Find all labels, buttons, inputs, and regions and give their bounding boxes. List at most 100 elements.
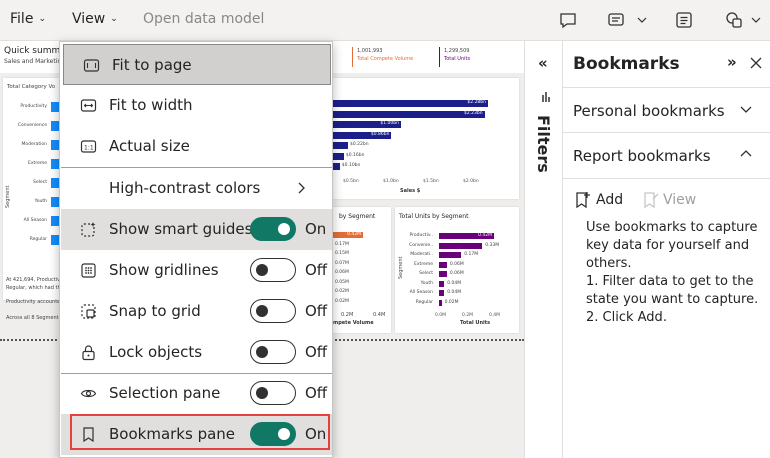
- data-label: 0.42M: [347, 232, 361, 237]
- data-label: 0.05M: [335, 279, 349, 285]
- data-label: 0.15M: [335, 251, 349, 256]
- snap-to-grid-toggle[interactable]: [250, 299, 296, 323]
- axis-label: Segment: [398, 256, 404, 280]
- category-label: Youth: [420, 280, 433, 286]
- units-chart[interactable]: Total Units by Segment Segment Productiv…: [395, 207, 519, 333]
- gridlines-item[interactable]: Show gridlines Off: [61, 250, 332, 291]
- menu-item-label: Show smart guides: [109, 220, 253, 238]
- selection-pane-item[interactable]: Selection pane Off: [61, 373, 332, 414]
- bar: [439, 261, 447, 268]
- bookmarks-pane: Bookmarks » Personal bookmarks Report bo…: [563, 41, 770, 458]
- personal-bookmarks-section[interactable]: Personal bookmarks: [563, 87, 770, 133]
- fit-to-width-item[interactable]: Fit to width: [61, 85, 332, 126]
- axis-label: Sales $: [400, 188, 421, 194]
- bar: [439, 271, 447, 277]
- bar: $2.23bn: [333, 110, 485, 118]
- narrative-line: Productivity accounte: [6, 299, 61, 305]
- selection-pane-icon: [80, 389, 97, 398]
- selection-pane-toggle[interactable]: [250, 381, 296, 405]
- axis-label: Total Units: [460, 320, 491, 326]
- tick-label: $2.0bn: [463, 179, 479, 184]
- highlight-box: [70, 414, 330, 450]
- actual-size-item[interactable]: 1:1 Actual size: [61, 126, 332, 167]
- help-description: Use bookmarks to capture key data for yo…: [586, 220, 758, 271]
- tick-label: 0.0M: [435, 313, 447, 318]
- compete-volume-chart[interactable]: by Segment 0.42M 0.17M 0.15M 0.07M 0.06M 0.05…: [333, 207, 391, 333]
- category-label: Extreme: [28, 161, 47, 166]
- bar: $2.28bn: [333, 100, 488, 107]
- data-label: $1.00bn: [380, 121, 399, 126]
- tick-label: 0.4M: [373, 312, 386, 318]
- sales-chart[interactable]: $2.28bn $2.23bn $1.00bn $0.86bn $0.22bn $0.16…: [333, 78, 519, 199]
- category-label: Convenie..: [409, 242, 433, 248]
- smart-guides-icon: [81, 222, 96, 237]
- bar: [439, 290, 445, 296]
- collapse-pane-icon[interactable]: »: [727, 53, 737, 71]
- category-label: Moderati..: [410, 252, 433, 257]
- filters-pane-collapsed[interactable]: « Filters: [524, 41, 563, 458]
- file-menu[interactable]: File ⌄: [10, 11, 46, 27]
- category-label: Select: [33, 180, 47, 185]
- toggle-state: Off: [305, 302, 328, 320]
- bar: [439, 252, 462, 258]
- snap-to-grid-item[interactable]: Snap to grid Off: [61, 291, 332, 332]
- gridlines-toggle[interactable]: [250, 258, 296, 282]
- bar: [439, 299, 442, 306]
- chart-title: Total Category Vo: [7, 84, 56, 90]
- data-label: 0.02M: [335, 298, 349, 304]
- close-icon[interactable]: [750, 57, 762, 69]
- category-volume-chart[interactable]: Total Category Vo Segment Productivity Co…: [3, 78, 61, 300]
- category-label: Moderation: [21, 142, 48, 147]
- fit-page-icon: [83, 59, 100, 72]
- svg-text:1:1: 1:1: [84, 145, 94, 152]
- smart-guides-toggle[interactable]: [250, 217, 296, 241]
- menu-item-label: Snap to grid: [109, 302, 201, 320]
- kpi-value: 1,299,509: [444, 48, 470, 54]
- add-bookmark-button[interactable]: Add: [575, 190, 625, 212]
- bar: 0.42M: [439, 233, 494, 239]
- menu-item-label: Show gridlines: [109, 261, 219, 279]
- smart-guides-item[interactable]: Show smart guides On: [61, 209, 332, 250]
- chevron-down-icon[interactable]: [750, 10, 762, 30]
- menu-item-label: Lock objects: [109, 343, 203, 361]
- file-menu-label: File: [10, 11, 34, 27]
- data-label: $0.10bn: [341, 163, 361, 168]
- data-label: $0.86bn: [370, 131, 390, 137]
- open-data-model-button[interactable]: Open data model: [143, 11, 264, 27]
- data-label: 0.33M: [485, 242, 500, 248]
- view-bookmark-button[interactable]: View: [643, 190, 696, 212]
- comment-icon[interactable]: [558, 10, 578, 30]
- top-menu-bar: File ⌄ View ⌄ Open data model: [0, 0, 770, 41]
- report-bookmarks-section[interactable]: Report bookmarks: [563, 133, 770, 179]
- lock-objects-item[interactable]: Lock objects Off: [61, 332, 332, 373]
- chevron-down-icon: [740, 106, 752, 113]
- data-label: 0.04M: [447, 290, 462, 295]
- bar: $0.86bn: [333, 131, 392, 139]
- help-step-2: 2. Click Add.: [586, 310, 667, 325]
- data-label: $0.16bn: [345, 152, 365, 158]
- high-contrast-item[interactable]: High-contrast colors: [61, 168, 332, 209]
- data-label: 0.06M: [449, 271, 464, 276]
- data-label: 0.04M: [447, 280, 462, 286]
- section-label: Personal bookmarks: [573, 102, 725, 120]
- data-label: $2.23bn: [464, 110, 483, 116]
- data-label: 0.02M: [335, 289, 349, 294]
- category-label: Extreme: [414, 261, 433, 267]
- bookmark-view-icon: [644, 192, 659, 209]
- fit-to-page-item[interactable]: Fit to page: [63, 44, 331, 85]
- expand-filters-icon[interactable]: «: [538, 54, 548, 72]
- shapes-icon[interactable]: [724, 10, 744, 30]
- chevron-right-icon: [298, 182, 305, 194]
- kpi-value: 1,001,993: [357, 48, 383, 54]
- bookmark-add-icon: [576, 192, 590, 209]
- bar: [333, 142, 348, 149]
- lock-objects-toggle[interactable]: [250, 340, 296, 364]
- notes-icon[interactable]: [674, 10, 694, 30]
- view-menu[interactable]: View ⌄: [72, 11, 118, 27]
- smart-narrative-icon[interactable]: [606, 10, 626, 30]
- chevron-down-icon[interactable]: [636, 10, 648, 30]
- bar: [333, 163, 340, 170]
- chevron-down-icon: ⌄: [38, 14, 46, 24]
- kpi-divider: [352, 47, 353, 67]
- help-step-1: 1. Filter data to get to the state you w…: [586, 274, 759, 307]
